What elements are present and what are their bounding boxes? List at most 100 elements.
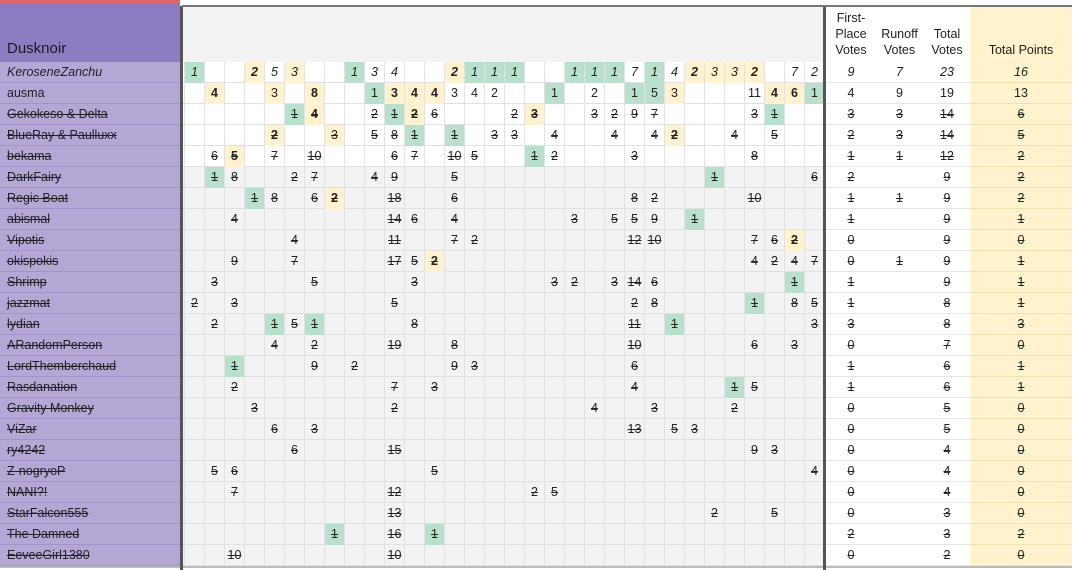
ballot-cell[interactable]: 5 <box>205 461 224 482</box>
ballot-cell[interactable]: 3 <box>725 62 744 83</box>
runoff-votes-cell[interactable] <box>875 335 924 356</box>
ballot-cell[interactable]: 1 <box>485 62 504 83</box>
ballot-cell[interactable]: 1 <box>525 146 544 167</box>
first-place-votes-cell[interactable]: 4 <box>827 83 875 104</box>
ballot-cell[interactable]: 8 <box>645 293 664 314</box>
ballot-cell[interactable]: 1 <box>405 125 424 146</box>
ballot-cell[interactable]: 2 <box>645 188 664 209</box>
first-place-votes-cell[interactable]: 0 <box>827 230 875 251</box>
ballot-cell[interactable]: 1 <box>625 83 644 104</box>
ballot-cell[interactable]: 4 <box>725 125 744 146</box>
ballot-cell[interactable]: 10 <box>385 545 404 566</box>
contestant-name[interactable]: NANI?! <box>0 482 180 503</box>
ballot-cell[interactable]: 3 <box>245 398 264 419</box>
ballot-cell[interactable]: 6 <box>625 356 644 377</box>
runoff-votes-cell[interactable] <box>875 272 924 293</box>
ballot-cell[interactable]: 7 <box>625 62 644 83</box>
ballot-cell[interactable]: 2 <box>545 146 564 167</box>
contestant-name[interactable]: BlueRay & Paulluxx <box>0 125 180 146</box>
total-points-cell[interactable]: 0 <box>970 419 1072 440</box>
contestant-name[interactable]: Gravity Monkey <box>0 398 180 419</box>
sheet-title-cell[interactable]: Dusknoir <box>0 6 180 62</box>
total-points-cell[interactable]: 1 <box>970 377 1072 398</box>
total-points-cell[interactable]: 0 <box>970 440 1072 461</box>
total-votes-cell[interactable]: 9 <box>924 209 970 230</box>
ballot-cell[interactable]: 1 <box>505 62 524 83</box>
total-votes-cell[interactable]: 23 <box>924 62 970 83</box>
ballot-cell[interactable]: 4 <box>645 125 664 146</box>
ballot-cell[interactable]: 8 <box>745 146 764 167</box>
total-votes-cell[interactable]: 3 <box>924 524 970 545</box>
ballot-cell[interactable]: 6 <box>285 440 304 461</box>
total-votes-cell[interactable]: 9 <box>924 167 970 188</box>
ballot-cell[interactable]: 6 <box>265 419 284 440</box>
total-points-cell[interactable]: 0 <box>970 461 1072 482</box>
ballot-cell[interactable]: 11 <box>745 83 764 104</box>
first-place-votes-cell[interactable]: 0 <box>827 440 875 461</box>
ballot-cell[interactable]: 13 <box>625 419 644 440</box>
ballot-cell[interactable]: 7 <box>405 146 424 167</box>
ballot-cell[interactable]: 1 <box>385 104 404 125</box>
ballot-cell[interactable]: 1 <box>605 62 624 83</box>
ballot-cell[interactable]: 1 <box>185 62 204 83</box>
ballot-cell[interactable]: 2 <box>745 62 764 83</box>
ballot-cell[interactable]: 6 <box>785 83 804 104</box>
ballot-cell[interactable]: 2 <box>605 104 624 125</box>
ballot-cell[interactable]: 4 <box>605 125 624 146</box>
total-votes-cell[interactable]: 9 <box>924 188 970 209</box>
ballot-cell[interactable]: 5 <box>225 146 244 167</box>
total-points-cell[interactable]: 2 <box>970 188 1072 209</box>
ballot-cell[interactable]: 2 <box>285 167 304 188</box>
ballot-cell[interactable]: 3 <box>585 104 604 125</box>
ballot-cell[interactable]: 3 <box>445 83 464 104</box>
total-votes-cell[interactable]: 8 <box>924 314 970 335</box>
ballot-cell[interactable]: 7 <box>785 62 804 83</box>
ballot-cell[interactable]: 3 <box>605 272 624 293</box>
contestant-name[interactable]: abismal <box>0 209 180 230</box>
ballot-cell[interactable]: 5 <box>385 293 404 314</box>
ballot-cell[interactable]: 1 <box>765 104 784 125</box>
ballot-cell[interactable]: 7 <box>445 230 464 251</box>
ballot-cell[interactable]: 1 <box>285 104 304 125</box>
ballot-cell[interactable]: 4 <box>385 62 404 83</box>
ballot-cell[interactable]: 4 <box>445 209 464 230</box>
total-points-cell[interactable]: 0 <box>970 230 1072 251</box>
ballot-cell[interactable]: 3 <box>425 377 444 398</box>
total-points-cell[interactable]: 1 <box>970 272 1072 293</box>
runoff-votes-cell[interactable] <box>875 419 924 440</box>
ballot-cell[interactable]: 9 <box>625 104 644 125</box>
ballot-cell[interactable]: 18 <box>385 188 404 209</box>
ballot-cell[interactable]: 7 <box>805 251 824 272</box>
ballot-cell[interactable]: 14 <box>385 209 404 230</box>
total-votes-cell[interactable]: 7 <box>924 335 970 356</box>
ballot-cell[interactable]: 1 <box>805 83 824 104</box>
first-place-votes-cell[interactable]: 0 <box>827 503 875 524</box>
ballot-cell[interactable]: 2 <box>725 398 744 419</box>
ballot-cell[interactable]: 2 <box>685 62 704 83</box>
ballot-cell[interactable]: 2 <box>525 482 544 503</box>
total-points-cell[interactable]: 1 <box>970 209 1072 230</box>
total-points-cell[interactable]: 1 <box>970 293 1072 314</box>
ballot-cell[interactable]: 10 <box>445 146 464 167</box>
ballot-cell[interactable]: 14 <box>625 272 644 293</box>
ballot-cell[interactable]: 8 <box>405 314 424 335</box>
ballot-cell[interactable]: 4 <box>545 125 564 146</box>
contestant-name[interactable]: DarkFairy <box>0 167 180 188</box>
ballot-cell[interactable]: 6 <box>445 188 464 209</box>
contestant-name[interactable]: ausma <box>0 83 180 104</box>
ballot-cell[interactable]: 2 <box>405 104 424 125</box>
ballot-cell[interactable]: 6 <box>765 230 784 251</box>
total-votes-cell[interactable]: 5 <box>924 419 970 440</box>
ballot-cell[interactable]: 10 <box>305 146 324 167</box>
ballot-cell[interactable]: 2 <box>505 104 524 125</box>
runoff-votes-cell[interactable] <box>875 293 924 314</box>
total-votes-cell[interactable]: 6 <box>924 377 970 398</box>
ballot-cell[interactable]: 4 <box>405 83 424 104</box>
ballot-cell[interactable]: 9 <box>445 356 464 377</box>
ballot-cell[interactable]: 5 <box>545 482 564 503</box>
ballot-cell[interactable]: 8 <box>445 335 464 356</box>
first-place-votes-cell[interactable]: 3 <box>827 314 875 335</box>
ballot-cell[interactable]: 6 <box>305 188 324 209</box>
ballot-cell[interactable]: 1 <box>445 125 464 146</box>
total-votes-cell[interactable]: 19 <box>924 83 970 104</box>
